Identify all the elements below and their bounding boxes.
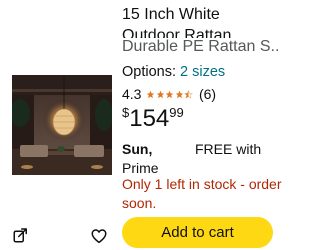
options-link[interactable]: 2 sizes — [180, 64, 225, 80]
star-icon — [175, 90, 184, 98]
star-half-icon — [184, 89, 194, 98]
price-fraction: 99 — [169, 105, 184, 120]
options-row: Options: 2 sizes — [122, 62, 225, 82]
rating-row[interactable]: 4.3 (6) — [122, 85, 216, 103]
review-count: (6) — [198, 86, 217, 102]
stock-message: Only 1 left in stock - order soon. — [122, 176, 282, 211]
price-whole: 154 — [129, 105, 170, 132]
product-image[interactable] — [12, 75, 112, 175]
delivery-info: Sun, FREE with Prime — [122, 140, 282, 178]
star-icon — [156, 90, 165, 98]
rating-value: 4.3 — [122, 86, 142, 102]
price: $15499 — [122, 104, 184, 134]
share-icon[interactable] — [12, 226, 30, 244]
add-to-cart-button[interactable]: Add to cart — [122, 217, 273, 248]
heart-icon[interactable] — [90, 227, 108, 245]
star-rating — [146, 89, 194, 99]
product-subtitle[interactable]: Durable PE Rattan S... — [122, 36, 280, 57]
product-title[interactable]: 15 Inch White Outdoor Rattan Pendant — [122, 4, 280, 38]
delivery-free: FREE with — [195, 141, 262, 157]
star-icon — [147, 90, 155, 98]
product-photo — [12, 75, 112, 175]
star-icon — [166, 90, 174, 98]
options-label: Options: — [122, 64, 176, 80]
